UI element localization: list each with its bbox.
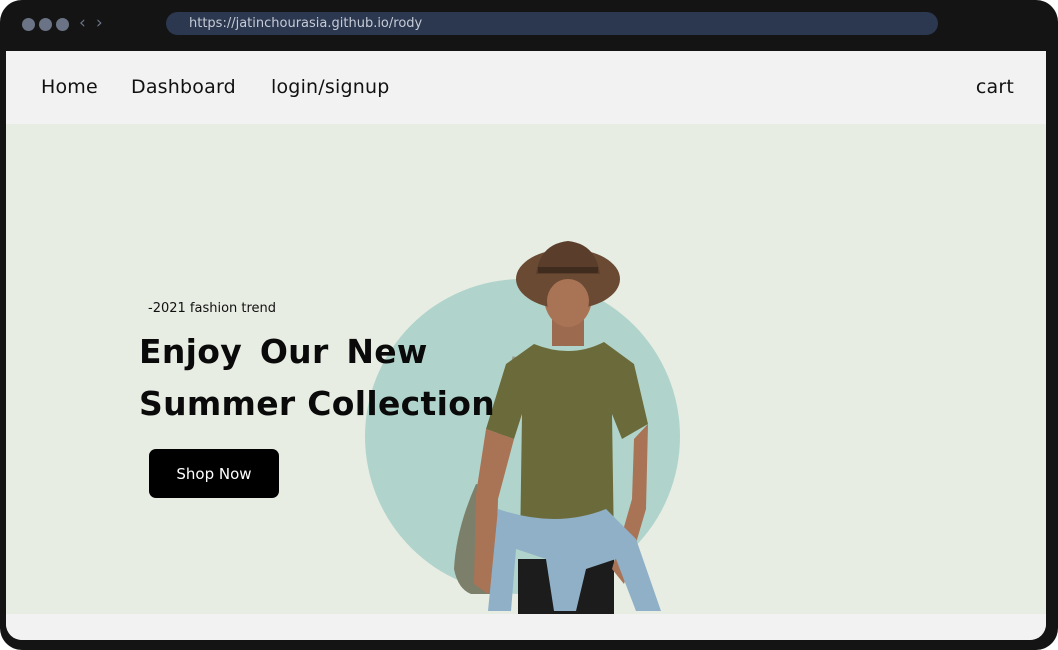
- page-bottom-strip: [6, 614, 1046, 640]
- window-dot-2[interactable]: [39, 18, 52, 31]
- address-bar[interactable]: https://jatinchourasia.github.io/rody: [166, 12, 938, 35]
- window-dot-3[interactable]: [56, 18, 69, 31]
- hero-title-line-2: Summer Collection: [139, 384, 495, 423]
- page-viewport: Home Dashboard login/signup cart -2021 f…: [6, 51, 1046, 640]
- window-dot-1[interactable]: [22, 18, 35, 31]
- shop-now-button[interactable]: Shop Now: [149, 449, 279, 498]
- nav-dashboard-link[interactable]: Dashboard: [131, 76, 236, 98]
- forward-arrow-icon[interactable]: ›: [96, 13, 103, 33]
- window-controls: [22, 18, 69, 31]
- nav-home-link[interactable]: Home: [41, 76, 98, 98]
- hero-model-image: [454, 241, 661, 614]
- nav-login-signup-link[interactable]: login/signup: [271, 76, 389, 98]
- back-arrow-icon[interactable]: ‹: [79, 13, 86, 33]
- hero-title-line-1: Enjoy Our New: [139, 332, 428, 371]
- hero-section: -2021 fashion trend Enjoy Our New Summer…: [6, 124, 1046, 614]
- nav-cart-link[interactable]: cart: [976, 76, 1014, 98]
- browser-chrome: ‹ › https://jatinchourasia.github.io/rod…: [0, 0, 1058, 51]
- device-frame: ‹ › https://jatinchourasia.github.io/rod…: [0, 0, 1058, 650]
- history-arrows: ‹ ›: [79, 13, 103, 33]
- site-navbar: Home Dashboard login/signup cart: [6, 51, 1046, 124]
- hero-subtitle: -2021 fashion trend: [148, 301, 277, 316]
